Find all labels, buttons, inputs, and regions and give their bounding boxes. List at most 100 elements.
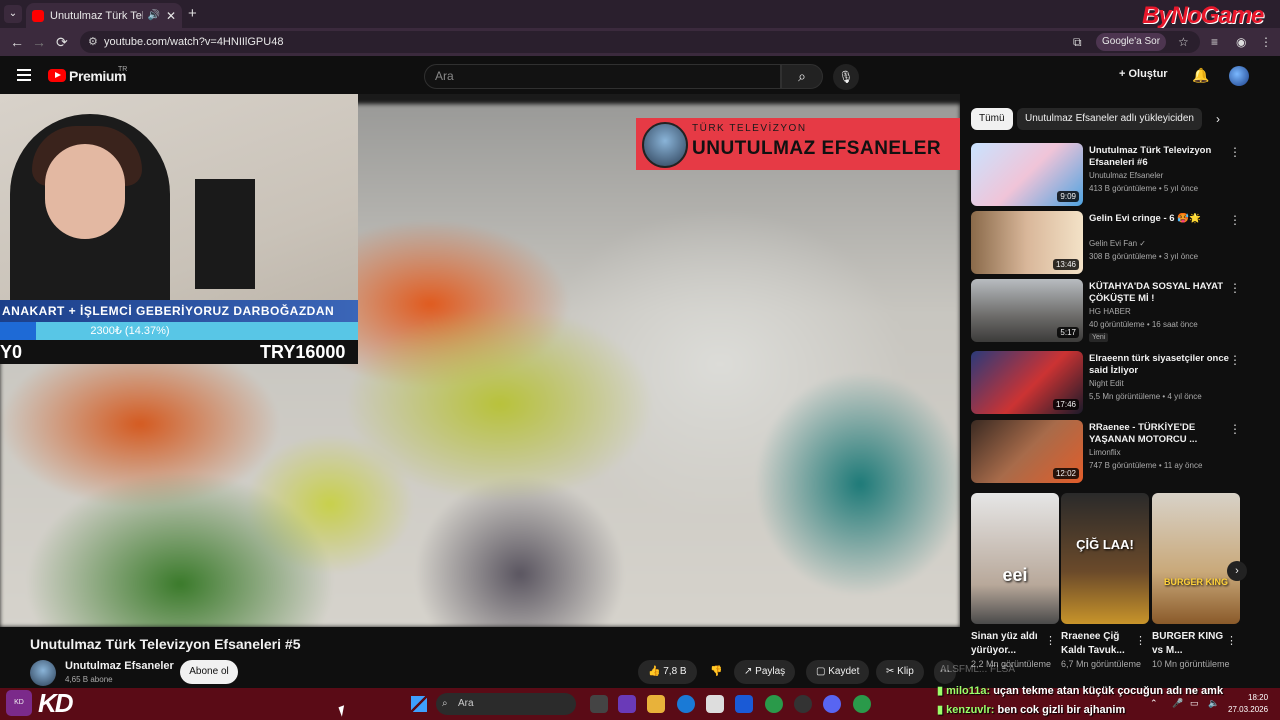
subscribe-button[interactable]: Abone ol: [180, 660, 238, 684]
file-explorer-icon[interactable]: [647, 695, 665, 713]
network-icon[interactable]: ▭: [1190, 698, 1199, 709]
notifications-bell-icon[interactable]: 🔔: [1192, 67, 1209, 84]
chip-all[interactable]: Tümü: [971, 108, 1013, 130]
video-duration: 9:09: [1057, 191, 1079, 202]
search-button[interactable]: ⌕: [781, 64, 823, 89]
speaker-icon[interactable]: 🔊: [147, 10, 159, 21]
profile-icon[interactable]: ◉: [1236, 35, 1246, 49]
search-input[interactable]: Ara: [424, 64, 781, 89]
edge-icon[interactable]: [677, 695, 695, 713]
dislike-button[interactable]: 👎: [700, 660, 732, 684]
chat-username: milo11a:: [946, 685, 991, 697]
widgets-icon[interactable]: [618, 695, 636, 713]
recommendation-meta: 308 B görüntüleme • 3 yıl önce: [1089, 252, 1199, 261]
microphone-tray-icon[interactable]: 🎤: [1172, 698, 1183, 709]
short-thumbnail[interactable]: ÇİĞ LAA!: [1061, 493, 1149, 624]
forward-button[interactable]: →: [32, 34, 46, 50]
account-avatar[interactable]: [1229, 66, 1249, 86]
recommendation-channel[interactable]: Unutulmaz Efsaneler: [1089, 171, 1163, 180]
tab-youtube[interactable]: Unutulmaz Türk Televizyon 🔊 ✕: [26, 3, 182, 28]
short-item[interactable]: BURGER KING BURGER KING vs M... 10 Mn gö…: [1152, 493, 1240, 671]
shorts-next-chevron-icon[interactable]: ›: [1227, 561, 1247, 581]
address-bar[interactable]: ⚙ youtube.com/watch?v=4HNIIlGPU48: [80, 31, 1200, 53]
chrome-active-icon[interactable]: [853, 695, 871, 713]
site-info-icon[interactable]: ⚙: [88, 31, 98, 53]
short-thumbnail[interactable]: eei: [971, 493, 1059, 624]
mail-icon[interactable]: [735, 695, 753, 713]
tab-close-icon[interactable]: ✕: [166, 9, 176, 23]
discord-icon[interactable]: [823, 695, 841, 713]
recommendation-item[interactable]: 13:46 Gelin Evi cringe - 6 🥵🌟 Gelin Evi …: [971, 211, 1261, 275]
more-options-icon[interactable]: ⋮: [1226, 634, 1237, 647]
chat-message: ▮ milo11a: uçan tekme atan küçük çocuğun…: [937, 684, 1223, 697]
recommendation-channel[interactable]: Limonflix: [1089, 448, 1121, 457]
obs-icon[interactable]: [794, 695, 812, 713]
video-duration: 5:17: [1057, 327, 1079, 338]
store-icon[interactable]: [706, 695, 724, 713]
more-options-icon[interactable]: ⋮: [1229, 213, 1241, 227]
more-options-icon[interactable]: ⋮: [1229, 353, 1241, 367]
reload-button[interactable]: ⟳: [56, 34, 68, 51]
more-options-icon[interactable]: ⋮: [1135, 634, 1146, 647]
volume-icon[interactable]: 🔈: [1208, 698, 1219, 709]
recommendation-item[interactable]: 12:02 RRaenee - TÜRKİYE'DE YAŞANAN MOTOR…: [971, 420, 1261, 484]
google-sor-button[interactable]: Google'a Sor: [1096, 33, 1167, 51]
windows-start-icon[interactable]: [411, 696, 427, 712]
tray-overflow-icon[interactable]: ⌃: [1150, 698, 1158, 709]
create-button[interactable]: + Oluştur: [1119, 68, 1168, 80]
recommendation-channel[interactable]: Night Edit: [1089, 379, 1124, 388]
short-thumb-text: ÇİĞ LAA!: [1076, 537, 1134, 552]
video-duration: 13:46: [1052, 259, 1079, 270]
more-options-icon[interactable]: ⋮: [1229, 422, 1241, 436]
like-button[interactable]: 👍 7,8 B: [638, 660, 697, 684]
share-button[interactable]: ↗ Paylaş: [734, 660, 796, 684]
new-tab-button[interactable]: +: [188, 5, 197, 22]
short-item[interactable]: eei Sinan yüz aldı yürüyor... 2,2 Mn gör…: [971, 493, 1059, 671]
menu-icon[interactable]: [17, 69, 31, 81]
recommendation-channel[interactable]: HG HABER: [1089, 307, 1131, 316]
recommendation-channel[interactable]: Gelin Evi Fan ✓: [1089, 239, 1146, 248]
channel-name[interactable]: Unutulmaz Efsaneler: [65, 660, 174, 672]
taskbar-clock[interactable]: 18:20 27.03.2026: [1228, 692, 1268, 716]
more-options-icon[interactable]: ⋮: [1045, 634, 1056, 647]
cast-icon[interactable]: ⧉: [1073, 35, 1082, 50]
short-thumbnail[interactable]: BURGER KING: [1152, 493, 1240, 624]
recommendation-title[interactable]: Unutulmaz Türk Televizyon Efsaneleri #6: [1089, 145, 1229, 169]
voice-search-button[interactable]: 🎙: [833, 64, 859, 90]
short-views: 10 Mn görüntüleme: [1152, 659, 1230, 669]
recommendation-item[interactable]: 9:09 Unutulmaz Türk Televizyon Efsaneler…: [971, 143, 1261, 207]
chip-uploader[interactable]: Unutulmaz Efsaneler adlı yükleyiciden: [1017, 108, 1202, 130]
back-button[interactable]: ←: [10, 34, 24, 50]
channel-avatar[interactable]: [30, 660, 56, 686]
short-title[interactable]: Rraenee Çiğ Kaldı Tavuk...: [1061, 630, 1135, 658]
more-options-icon[interactable]: ⋮: [1229, 281, 1241, 295]
recommendation-item[interactable]: 17:46 Elraeenn türk siyasetçiler once sa…: [971, 351, 1261, 415]
recommendation-title[interactable]: RRaenee - TÜRKİYE'DE YAŞANAN MOTORCU ...: [1089, 422, 1229, 446]
new-badge: Yeni: [1089, 333, 1109, 342]
taskbar-search-input[interactable]: ⌕ Ara: [436, 693, 576, 715]
chrome-icon[interactable]: [765, 695, 783, 713]
youtube-logo-icon[interactable]: [48, 69, 66, 82]
more-options-icon[interactable]: ⋮: [1229, 145, 1241, 159]
clip-button[interactable]: ✂ Klip: [876, 660, 924, 684]
recommendation-item[interactable]: 5:17 KÜTAHYA'DA SOSYAL HAYAT ÇÖKÜŞTE Mİ …: [971, 279, 1261, 343]
short-title[interactable]: Sinan yüz aldı yürüyor...: [971, 630, 1045, 658]
recommendation-title[interactable]: Gelin Evi cringe - 6 🥵🌟: [1089, 213, 1229, 225]
recommendation-title[interactable]: KÜTAHYA'DA SOSYAL HAYAT ÇÖKÜŞTE Mİ !: [1089, 281, 1229, 305]
short-title[interactable]: BURGER KING vs M...: [1152, 630, 1226, 658]
browser-menu-icon[interactable]: ⋮: [1260, 35, 1272, 49]
save-button[interactable]: ▢ Kaydet: [806, 660, 870, 684]
short-item[interactable]: ÇİĞ LAA! Rraenee Çiğ Kaldı Tavuk... 6,7 …: [1061, 493, 1149, 671]
tab-list-button[interactable]: ⌄: [4, 5, 22, 23]
chips-next-chevron-icon[interactable]: ›: [1216, 112, 1220, 126]
task-view-icon[interactable]: [590, 695, 608, 713]
recommendation-thumbnail[interactable]: 17:46: [971, 351, 1083, 414]
browser-tab-bar: ⌄ Unutulmaz Türk Televizyon 🔊 ✕ + ByNoGa…: [0, 0, 1280, 29]
media-controls-icon[interactable]: ≡: [1211, 35, 1218, 49]
recommendation-title[interactable]: Elraeenn türk siyasetçiler once said İzl…: [1089, 353, 1229, 377]
recommendation-thumbnail[interactable]: 12:02: [971, 420, 1083, 483]
recommendation-thumbnail[interactable]: 9:09: [971, 143, 1083, 206]
recommendation-thumbnail[interactable]: 13:46: [971, 211, 1083, 274]
recommendation-thumbnail[interactable]: 5:17: [971, 279, 1083, 342]
bookmark-star-icon[interactable]: ☆: [1178, 35, 1189, 49]
